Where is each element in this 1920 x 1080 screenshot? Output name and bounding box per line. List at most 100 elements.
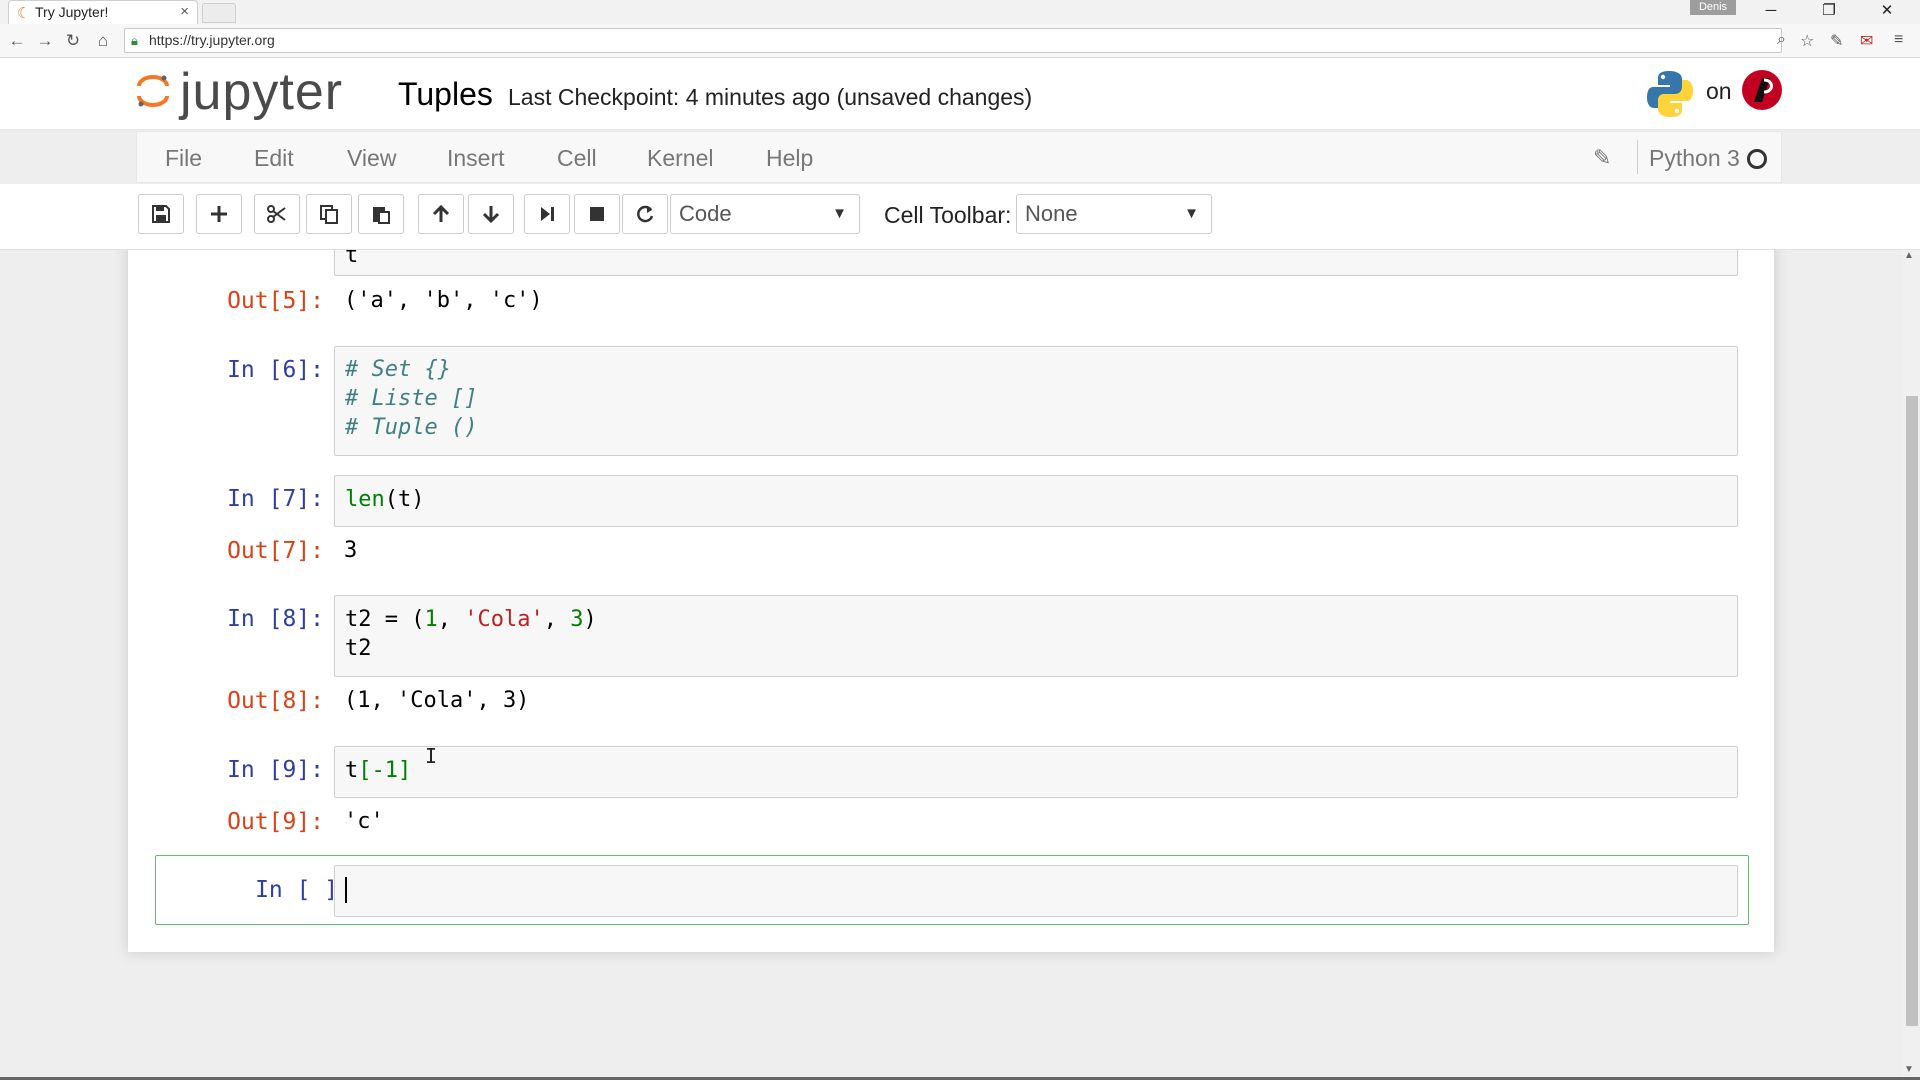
run-cell-button[interactable] [524,194,570,234]
arrow-up-icon [432,204,450,222]
menu-insert[interactable]: Insert [447,145,505,172]
cell-output: ('a', 'b', 'c') [344,288,543,313]
cell-output: (1, 'Cola', 3) [344,688,530,713]
minimize-button[interactable]: ─ [1748,0,1794,22]
kernel-separator [1637,140,1638,174]
code-cell-input[interactable] [334,865,1738,917]
cell-type-select[interactable]: Code ▼ [670,194,860,234]
paste-cell-button[interactable] [358,194,404,234]
cell-output: 'c' [344,809,384,834]
url-text: https://try.jupyter.org [149,32,275,48]
code-line: t2 [345,636,372,661]
url-input[interactable]: 🔒︎ https://try.jupyter.org [124,28,1782,53]
extension-icon[interactable]: ✎ [1830,31,1843,51]
cell-toolbar-value: None [1025,201,1078,226]
browser-addressbar: ← → ↻ ⌂ 🔒︎ https://try.jupyter.org ⌕ ☆ ✎… [0,24,1920,58]
in-prompt: In [7]: [227,486,324,512]
rackspace-logo-icon [1742,70,1782,110]
kernel-name[interactable]: Python 3 [1649,145,1740,172]
code-cell-input[interactable]: t2 = (1, 'Cola', 3) t2 [334,595,1738,677]
zoom-icon[interactable]: ⌕ [1777,31,1786,49]
jupyter-logo-text: jupyter [180,63,344,121]
checkpoint-status: Last Checkpoint: 4 minutes ago (unsaved … [508,84,1033,110]
tab-close-icon[interactable]: × [180,1,189,23]
scroll-up-arrow-icon[interactable]: ▲ [1904,250,1914,261]
bookmark-star-icon[interactable]: ☆ [1800,31,1814,51]
code-line-comment: # Tuple () [345,415,478,440]
stop-icon [590,207,604,221]
scissors-icon [267,205,286,223]
gmail-extension-icon[interactable]: ✉ [1860,31,1873,51]
jupyter-favicon-icon: ☾ [17,5,31,22]
back-arrow-icon[interactable]: ← [4,29,30,53]
save-icon [152,205,170,223]
active-code-cell[interactable]: In [ ]: [155,855,1749,925]
text-cursor [345,877,347,903]
cell-output: 3 [344,538,358,563]
code-cell-input[interactable]: t [334,250,1738,276]
code-line: t[-1] [345,758,412,783]
restart-icon [637,205,654,223]
menubar: File Edit View Insert Cell Kernel Help ✎… [136,131,1782,183]
step-forward-icon [541,207,554,221]
notebook-page: t Out[5]: ('a', 'b', 'c') In [6]: # Set … [128,250,1774,952]
in-prompt: In [ ]: [255,877,352,903]
scroll-down-arrow-icon[interactable]: ▼ [1904,1064,1914,1075]
new-tab-button[interactable] [202,3,236,23]
kernel-idle-indicator-icon [1747,149,1767,169]
restore-button[interactable]: ❐ [1806,0,1852,22]
notebook-toolbar: Code ▼ Cell Toolbar: None ▼ [0,184,1920,250]
in-prompt: In [6]: [227,357,324,383]
code-cell-input[interactable]: # Set {} # Liste [] # Tuple () [334,346,1738,456]
browser-tab[interactable]: ☾ Try Jupyter! × [8,0,198,24]
plus-icon [211,206,227,222]
restart-kernel-button[interactable] [622,194,668,234]
close-window-button[interactable]: ✕ [1864,0,1910,22]
out-prompt: Out[7]: [227,538,324,564]
copy-cell-button[interactable] [306,194,352,234]
cell-type-value: Code [679,201,732,226]
interrupt-kernel-button[interactable] [574,194,620,234]
code-line: t [345,250,359,268]
paste-icon [373,207,390,224]
menu-cell[interactable]: Cell [557,145,597,172]
cell-toolbar-label: Cell Toolbar: [884,202,1012,228]
reload-icon[interactable]: ↻ [60,29,86,53]
dropdown-caret-icon: ▼ [832,205,847,222]
menu-view[interactable]: View [347,145,396,172]
move-cell-down-button[interactable] [468,194,514,234]
copy-icon [320,205,338,224]
home-icon[interactable]: ⌂ [90,29,116,53]
forward-arrow-icon[interactable]: → [32,29,58,53]
notebook-scroll-area[interactable]: t Out[5]: ('a', 'b', 'c') In [6]: # Set … [0,250,1920,1078]
in-prompt: In [9]: [227,757,324,783]
python-logo-icon [1647,71,1693,117]
out-prompt: Out[9]: [227,809,324,835]
out-prompt: Out[5]: [227,288,324,314]
cell-toolbar-select[interactable]: None ▼ [1016,194,1212,234]
save-button[interactable] [138,194,184,234]
cut-cell-button[interactable] [254,194,300,234]
notebook-name[interactable]: Tuples [398,76,493,113]
insert-cell-button[interactable] [196,194,242,234]
powered-on-text: on [1706,78,1732,104]
code-cell-input[interactable]: t[-1] [334,746,1738,798]
code-line: len(t) [345,487,425,512]
scrollbar-thumb[interactable] [1906,396,1918,1026]
browser-titlebar: ☾ Try Jupyter! × Denis ─ ❐ ✕ [0,0,1920,24]
browser-menu-icon[interactable]: ≡ [1894,31,1903,49]
menu-file[interactable]: File [165,145,202,172]
menu-kernel[interactable]: Kernel [647,145,713,172]
user-badge[interactable]: Denis [1690,0,1736,15]
menu-help[interactable]: Help [766,145,813,172]
code-line-comment: # Liste [] [345,386,478,411]
menu-edit[interactable]: Edit [254,145,294,172]
code-line-comment: # Set {} [345,357,451,382]
code-cell-input[interactable]: len(t) [334,475,1738,527]
in-prompt: In [8]: [227,606,324,632]
jupyter-header: jupyter Tuples Last Checkpoint: 4 minute… [0,58,1920,130]
dropdown-caret-icon: ▼ [1184,205,1199,222]
move-cell-up-button[interactable] [418,194,464,234]
lock-icon: 🔒︎ [131,33,138,48]
tab-title: Try Jupyter! [35,4,109,20]
